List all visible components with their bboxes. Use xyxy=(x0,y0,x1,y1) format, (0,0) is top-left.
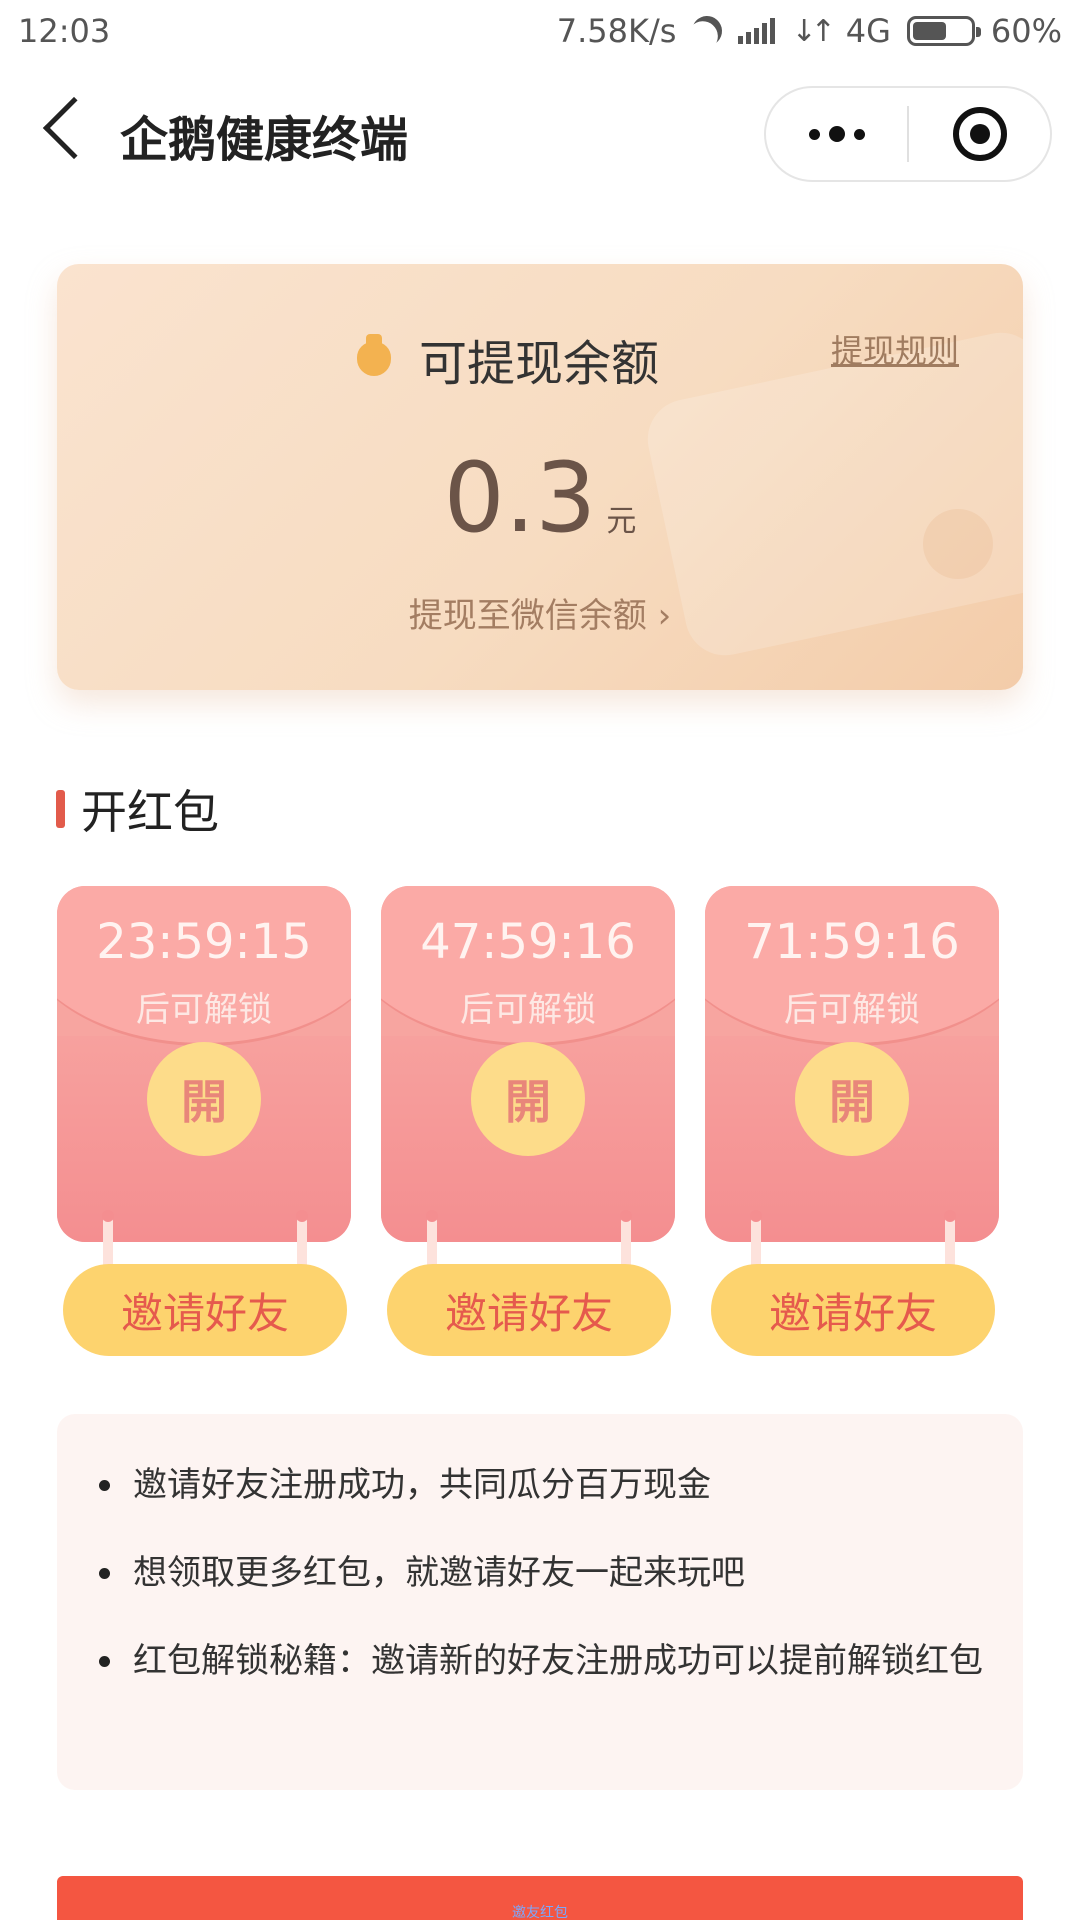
open-packet-button[interactable]: 開 xyxy=(795,1042,909,1156)
withdraw-to-wechat-link[interactable]: 提现至微信余额 › xyxy=(57,588,1023,637)
network-type: 4G xyxy=(845,12,891,50)
packet-unlock-text: 后可解锁 xyxy=(460,990,596,1030)
back-chevron-icon[interactable] xyxy=(42,96,106,160)
open-packet-button[interactable]: 開 xyxy=(147,1042,261,1156)
amount-unit: 元 xyxy=(606,504,637,539)
status-time: 12:03 xyxy=(18,12,111,50)
balance-card: 可提现余额 提现规则 0.3 元 提现至微信余额 › xyxy=(57,264,1023,690)
invite-friend-button[interactable]: 邀请好友 xyxy=(711,1264,995,1356)
bottom-action-button[interactable]: 邀友红包 xyxy=(57,1876,1023,1920)
status-indicators: 7.58K/s ↓↑ 4G 60% xyxy=(557,12,1062,50)
money-bag-icon xyxy=(357,334,391,376)
more-dots-icon xyxy=(808,126,865,142)
open-packet-button[interactable]: 開 xyxy=(471,1042,585,1156)
packet-timer: 23:59:15 xyxy=(96,914,312,970)
red-packet-list: 23:59:15 后可解锁 開 邀请好友 47:59:16 后可解锁 開 邀请好… xyxy=(57,886,1023,1356)
invite-friend-button[interactable]: 邀请好友 xyxy=(63,1264,347,1356)
mini-program-capsule xyxy=(764,86,1052,182)
close-button[interactable] xyxy=(909,88,1050,180)
packet-unlock-text: 后可解锁 xyxy=(136,990,272,1030)
red-packet: 47:59:16 后可解锁 開 邀请好友 xyxy=(381,886,675,1356)
net-speed: 7.58K/s xyxy=(556,12,677,50)
red-packet-body: 47:59:16 后可解锁 開 xyxy=(381,886,675,1242)
withdraw-rules-link[interactable]: 提现规则 xyxy=(831,326,959,372)
red-packet: 23:59:15 后可解锁 開 邀请好友 xyxy=(57,886,351,1356)
battery-percent: 60% xyxy=(990,12,1062,50)
section-accent-bar xyxy=(56,790,65,828)
packet-timer: 71:59:16 xyxy=(744,914,960,970)
tips-box: 邀请好友注册成功，共同瓜分百万现金 想领取更多红包，就邀请好友一起来玩吧 红包解… xyxy=(57,1414,1023,1790)
section-title-text: 开红包 xyxy=(81,785,219,839)
nav-header: 企鹅健康终端 xyxy=(0,70,1080,190)
moon-icon xyxy=(688,11,728,51)
amount-value: 0.3 xyxy=(443,442,597,554)
tip-item: 红包解锁秘籍：邀请新的好友注册成功可以提前解锁红包 xyxy=(93,1634,987,1688)
page-title: 企鹅健康终端 xyxy=(120,112,409,168)
battery-level-fill xyxy=(912,22,947,40)
balance-amount: 0.3 元 xyxy=(57,442,1023,554)
red-packet-body: 23:59:15 后可解锁 開 xyxy=(57,886,351,1242)
status-bar: 12:03 7.58K/s ↓↑ 4G 60% xyxy=(0,0,1080,62)
invite-friend-button[interactable]: 邀请好友 xyxy=(387,1264,671,1356)
more-button[interactable] xyxy=(766,88,907,180)
tip-item: 想领取更多红包，就邀请好友一起来玩吧 xyxy=(93,1546,987,1600)
packet-timer: 47:59:16 xyxy=(420,914,636,970)
tip-item: 邀请好友注册成功，共同瓜分百万现金 xyxy=(93,1458,987,1512)
target-circle-icon xyxy=(952,107,1007,161)
red-packet-body: 71:59:16 后可解锁 開 xyxy=(705,886,999,1242)
signal-icon xyxy=(738,18,776,44)
balance-label: 可提现余额 xyxy=(419,336,660,392)
red-packet: 71:59:16 后可解锁 開 邀请好友 xyxy=(705,886,999,1356)
section-title: 开红包 xyxy=(56,776,219,842)
battery-icon xyxy=(906,16,981,46)
bottom-action-label: 邀友红包 xyxy=(512,1905,568,1920)
data-arrows-icon: ↓↑ xyxy=(791,13,835,49)
packet-unlock-text: 后可解锁 xyxy=(784,990,920,1030)
